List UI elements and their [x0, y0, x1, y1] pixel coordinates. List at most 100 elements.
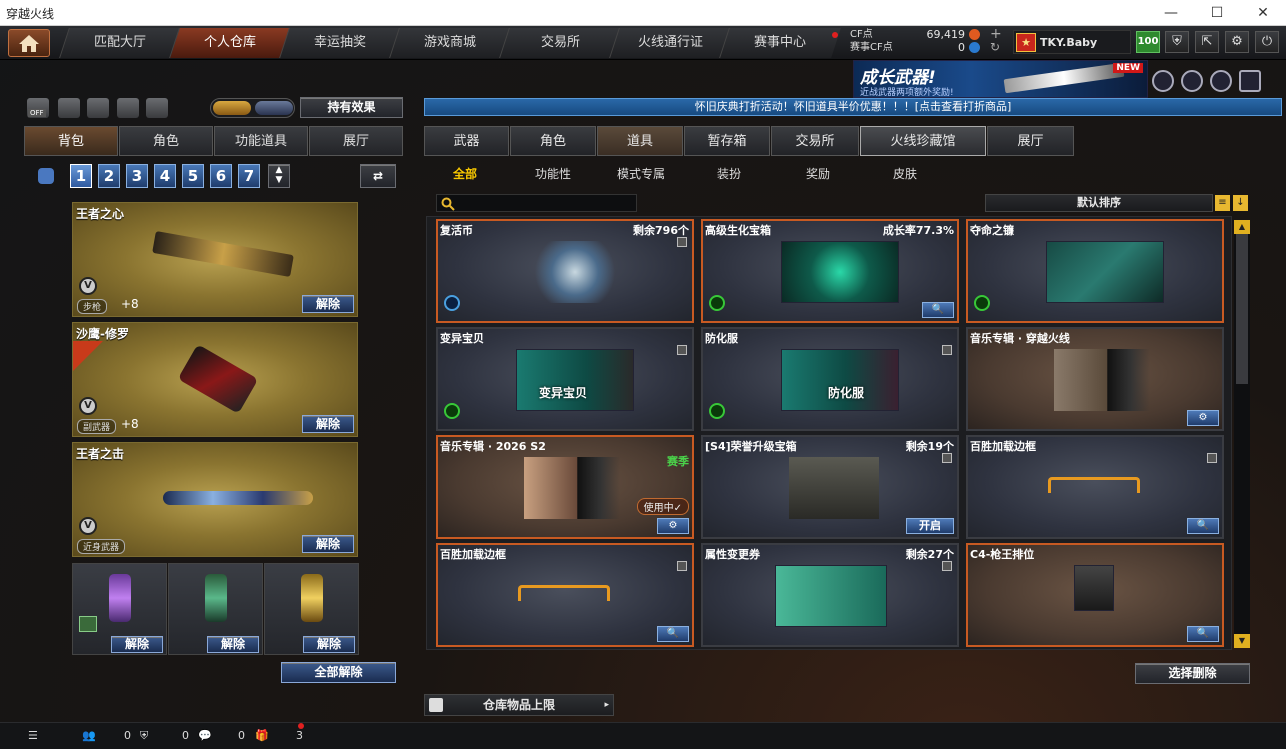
item-card[interactable]: 防化服 防化服 — [701, 327, 959, 431]
lock-icon[interactable] — [677, 237, 687, 247]
unequip-button[interactable]: 解除 — [303, 636, 355, 653]
chat-icon[interactable]: 💬 — [198, 729, 212, 742]
bag-2-button[interactable]: 2 — [98, 164, 120, 188]
bag-1-button[interactable]: 1 — [70, 164, 92, 188]
nav-tab-personal-storage[interactable]: 个人仓库 — [169, 28, 291, 58]
unequip-button[interactable]: 解除 — [111, 636, 163, 653]
nav-tab-exchange[interactable]: 交易所 — [499, 28, 621, 58]
sort-direction-icon[interactable]: ↓ — [1233, 195, 1248, 211]
inspect-button[interactable]: 🔍 — [1187, 518, 1219, 534]
bag-scroll-arrows-icon[interactable]: ▲ ▼ — [268, 164, 290, 188]
tab-collection-hall[interactable]: 火线珍藏馆 — [860, 126, 986, 156]
settings-button[interactable]: ⚙ — [1187, 410, 1219, 426]
list-view-icon[interactable]: ≡ — [1215, 195, 1230, 211]
grenade-slot-3[interactable]: 解除 — [264, 563, 359, 655]
category-mode[interactable]: 模式专属 — [617, 165, 665, 182]
tab-function-items[interactable]: 功能道具 — [214, 126, 308, 156]
bag-5-button[interactable]: 5 — [182, 164, 204, 188]
refresh-icon[interactable]: ↻ — [990, 40, 1000, 54]
item-card[interactable]: 百胜加载边框 🔍 — [966, 435, 1224, 539]
nav-tab-game-shop[interactable]: 游戏商城 — [389, 28, 511, 58]
inspect-button[interactable]: 🔍 — [922, 302, 954, 318]
weapon-slot-melee[interactable]: 王者之击 V 近身武器 解除 — [72, 442, 358, 557]
unequip-button[interactable]: 解除 — [302, 295, 354, 313]
bag-6-button[interactable]: 6 — [210, 164, 232, 188]
tab-temp-storage[interactable]: 暂存箱 — [684, 126, 770, 156]
item-card[interactable]: 属性变更券 剩余27个 — [701, 543, 959, 647]
item-card[interactable]: 音乐专辑 · 2026 S2 赛季 使用中✓ ⚙ — [436, 435, 694, 539]
item-card[interactable]: [S4]荣誉升级宝箱 剩余19个 开启 — [701, 435, 959, 539]
pet-icon[interactable] — [146, 98, 168, 118]
search-input[interactable] — [436, 194, 637, 212]
sort-dropdown[interactable]: 默认排序 — [985, 194, 1213, 212]
item-card[interactable]: 音乐专辑 · 穿越火线 ⚙ — [966, 327, 1224, 431]
shield-icon[interactable]: ⛨ — [1165, 31, 1189, 53]
category-all[interactable]: 全部 — [453, 165, 477, 182]
tab-exchange[interactable]: 交易所 — [771, 126, 859, 156]
grenade-slot-2[interactable]: 解除 — [168, 563, 263, 655]
settings-button[interactable]: ⚙ — [657, 518, 689, 534]
event-icon-1[interactable] — [1152, 70, 1174, 92]
tab-backpack[interactable]: 背包 — [24, 126, 118, 156]
lock-icon[interactable] — [677, 345, 687, 355]
tab-character[interactable]: 角色 — [119, 126, 213, 156]
view-toggle[interactable] — [210, 98, 295, 118]
nav-tab-match-lobby[interactable]: 匹配大厅 — [59, 28, 181, 58]
unequip-button[interactable]: 解除 — [302, 415, 354, 433]
shield-status-icon[interactable]: ⛨ — [140, 729, 148, 743]
user-profile[interactable]: ★ TKY.Baby — [1013, 30, 1131, 54]
gift-icon[interactable]: 🎁 — [255, 729, 269, 742]
item-card[interactable]: 变异宝贝 变异宝贝 — [436, 327, 694, 431]
category-skin[interactable]: 皮肤 — [893, 165, 917, 182]
scroll-up-icon[interactable]: ▲ — [1234, 220, 1250, 234]
event-icon-4[interactable] — [1239, 70, 1261, 92]
close-button[interactable]: ✕ — [1240, 0, 1286, 26]
lock-icon[interactable] — [942, 453, 952, 463]
shield-view-icon[interactable] — [255, 101, 293, 115]
lock-icon[interactable] — [677, 561, 687, 571]
tab-weapons[interactable]: 武器 — [424, 126, 509, 156]
inspect-button[interactable]: 🔍 — [657, 626, 689, 642]
item-grid-scrollbar[interactable]: ▲ ▼ — [1234, 220, 1250, 648]
cycle-icon[interactable] — [87, 98, 109, 118]
gear-icon[interactable]: ⚙ — [1225, 31, 1249, 53]
exit-icon[interactable]: ⇱ — [1195, 31, 1219, 53]
tab-items[interactable]: 道具 — [597, 126, 683, 156]
team-icon[interactable] — [58, 98, 80, 118]
swap-bag-icon[interactable]: ⇄ — [360, 164, 396, 188]
paint-icon[interactable] — [117, 98, 139, 118]
nav-tab-event-center[interactable]: 赛事中心 — [719, 28, 841, 58]
inspect-button[interactable]: 🔍 — [1187, 626, 1219, 642]
tab-showroom[interactable]: 展厅 — [987, 126, 1074, 156]
category-functional[interactable]: 功能性 — [535, 165, 571, 182]
maximize-button[interactable]: ☐ — [1194, 0, 1240, 26]
gold-view-icon[interactable] — [213, 101, 251, 115]
item-card[interactable]: 高级生化宝箱 成长率77.3% 🔍 — [701, 219, 959, 323]
bag-7-button[interactable]: 7 — [238, 164, 260, 188]
scroll-down-icon[interactable]: ▼ — [1234, 634, 1250, 648]
lock-icon[interactable] — [1207, 453, 1217, 463]
toggle-off-icon[interactable]: OFF — [27, 98, 49, 118]
event-icon-2[interactable] — [1181, 70, 1203, 92]
item-card[interactable]: 复活币 剩余796个 — [436, 219, 694, 323]
home-button[interactable] — [8, 29, 50, 57]
event-icon-3[interactable] — [1210, 70, 1232, 92]
friends-icon[interactable]: 👥 — [82, 729, 96, 742]
open-button[interactable]: 开启 — [906, 518, 954, 534]
release-all-button[interactable]: 全部解除 — [281, 662, 396, 683]
menu-icon[interactable]: ☰ — [28, 729, 38, 742]
grenade-slot-1[interactable]: 解除 — [72, 563, 167, 655]
item-card[interactable]: 百胜加载边框 🔍 — [436, 543, 694, 647]
item-card[interactable]: 夺命之镰 — [966, 219, 1224, 323]
nav-tab-battle-pass[interactable]: 火线通行证 — [609, 28, 731, 58]
bag-3-button[interactable]: 3 — [126, 164, 148, 188]
scroll-thumb[interactable] — [1236, 234, 1248, 384]
effects-button[interactable]: 持有效果 — [300, 97, 403, 118]
bag-4-button[interactable]: 4 — [154, 164, 176, 188]
tab-characters[interactable]: 角色 — [510, 126, 596, 156]
power-icon[interactable]: ⏻ — [1255, 31, 1279, 53]
nav-tab-lucky-draw[interactable]: 幸运抽奖 — [279, 28, 401, 58]
unequip-button[interactable]: 解除 — [207, 636, 259, 653]
storage-capacity-button[interactable]: 仓库物品上限 ▸ — [424, 694, 614, 716]
select-delete-button[interactable]: 选择删除 — [1135, 663, 1250, 684]
